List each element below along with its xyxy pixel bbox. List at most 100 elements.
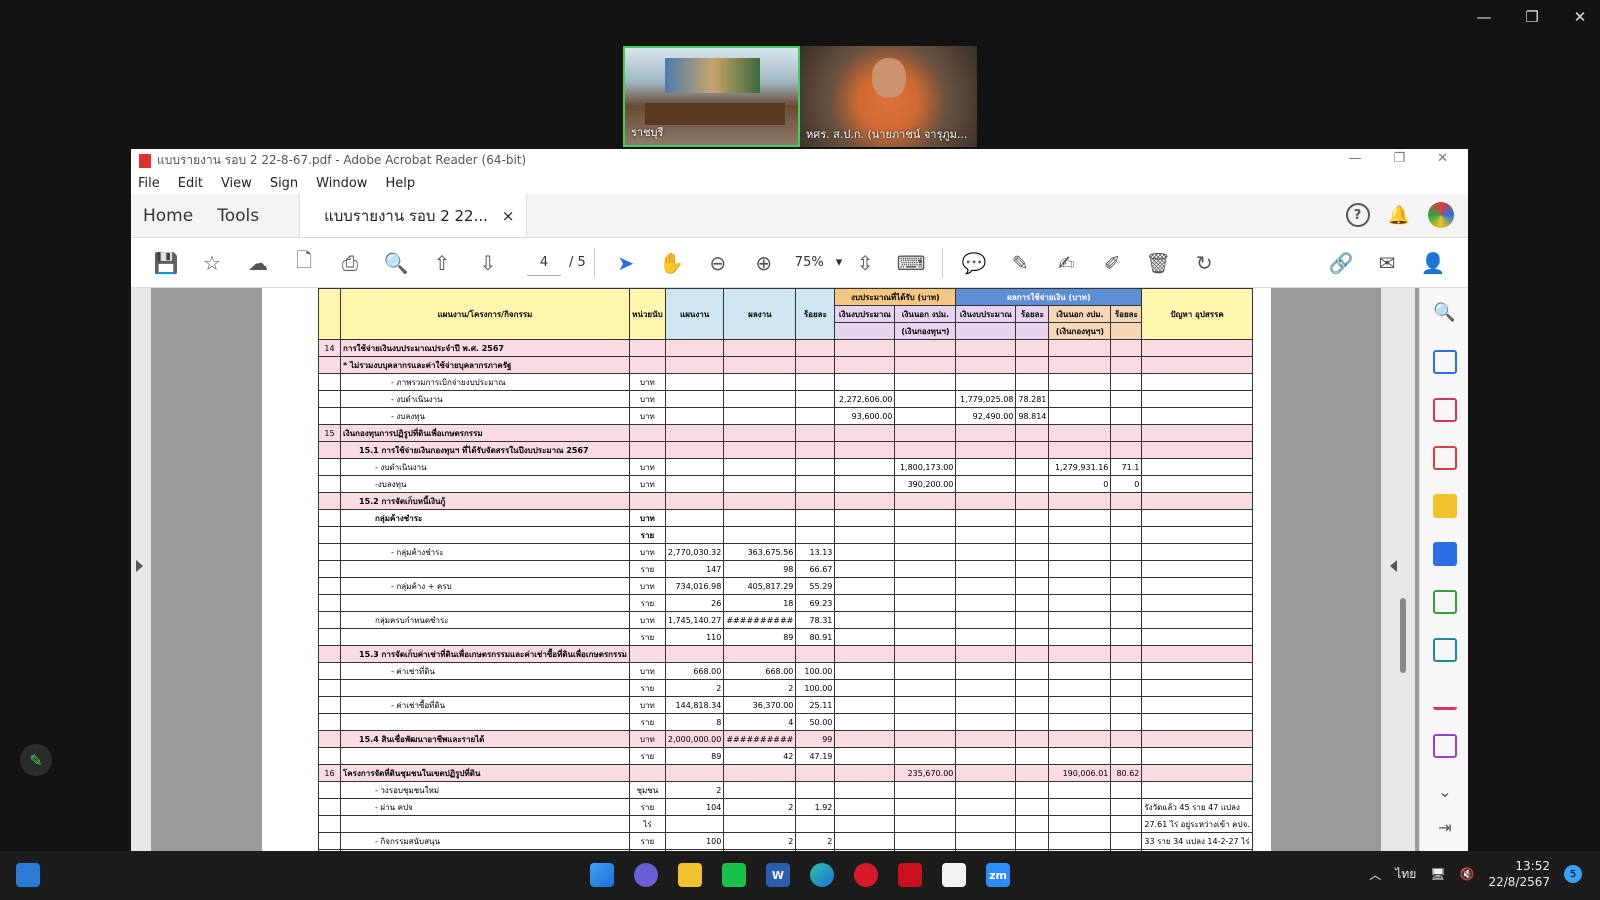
opera-icon[interactable] xyxy=(854,863,878,887)
table-cell-unit: ราย xyxy=(628,798,666,816)
zoom-select[interactable]: 75% ▾ xyxy=(795,255,842,270)
menu-file[interactable]: File xyxy=(138,176,160,191)
restore-icon[interactable]: ❐ xyxy=(1393,151,1405,166)
table-cell-no xyxy=(318,696,341,714)
zoom-search-icon[interactable]: 🔍 xyxy=(373,243,419,283)
create-pdf-icon[interactable] xyxy=(1433,446,1457,470)
print-icon[interactable]: ⎙ xyxy=(327,243,373,283)
network-icon[interactable]: 🖥 xyxy=(1430,867,1445,881)
fit-page-icon[interactable]: ⇳ xyxy=(842,243,888,283)
close-tab-icon[interactable]: × xyxy=(502,207,515,225)
table-cell-spent-out xyxy=(1048,713,1112,731)
rotate-icon[interactable]: ↻ xyxy=(1181,243,1227,283)
table-cell-pct2 xyxy=(1015,764,1050,782)
highlight-pen-icon[interactable]: ✎ xyxy=(997,243,1043,283)
zoom-app-icon[interactable]: zm xyxy=(986,863,1010,887)
vertical-scrollbar[interactable] xyxy=(1381,288,1415,851)
word-icon[interactable]: W xyxy=(766,863,790,887)
bell-icon[interactable]: 🔔 xyxy=(1388,205,1410,226)
line-app-icon[interactable] xyxy=(722,863,746,887)
zoom-magnifier-icon[interactable]: 🔍 xyxy=(1433,302,1457,326)
avatar[interactable] xyxy=(1428,202,1454,228)
compress-icon[interactable] xyxy=(1433,590,1457,614)
zoom-in-icon[interactable]: ⊕ xyxy=(741,243,787,283)
tab-document[interactable]: แบบรายงาน รอบ 2 22... × xyxy=(299,194,528,237)
chevron-down-icon[interactable]: ⌄ xyxy=(1433,782,1457,806)
tab-tools[interactable]: Tools xyxy=(205,194,271,237)
table-cell-problem xyxy=(1141,662,1253,680)
video-tile[interactable]: ราชบุรี xyxy=(623,46,800,147)
star-icon[interactable]: ☆ xyxy=(189,243,235,283)
file-lock-icon[interactable]: 🗋 xyxy=(281,243,327,283)
trash-icon[interactable]: 🗑 xyxy=(1135,243,1181,283)
notepad-icon[interactable] xyxy=(942,863,966,887)
mail-icon[interactable]: ✉ xyxy=(1364,243,1410,283)
edit-sign-icon[interactable]: ✐ xyxy=(1089,243,1135,283)
help-icon[interactable]: ? xyxy=(1345,203,1370,227)
scroll-mode-icon[interactable]: ⌨ xyxy=(888,243,934,283)
speaker-muted-icon[interactable]: 🔇 xyxy=(1460,867,1475,881)
teams-chat-icon[interactable] xyxy=(634,863,658,887)
minimize-icon[interactable]: — xyxy=(1348,151,1361,166)
table-cell-pct2 xyxy=(1015,526,1050,544)
notification-badge[interactable]: 5 xyxy=(1564,865,1582,883)
menu-view[interactable]: View xyxy=(221,176,252,191)
document-view[interactable]: แผนงาน/โครงการ/กิจกรรม หน่วยนับ แผนงาน ผ… xyxy=(131,288,1468,851)
acrobat-icon[interactable] xyxy=(898,863,922,887)
table-cell-no xyxy=(318,747,341,765)
chevron-up-icon[interactable]: ︿ xyxy=(1369,866,1381,883)
close-icon[interactable]: ✕ xyxy=(1437,151,1448,166)
tab-home[interactable]: Home xyxy=(131,194,205,237)
table-cell-out-budget xyxy=(894,747,957,765)
widgets-icon[interactable] xyxy=(16,863,40,887)
table-cell-result xyxy=(723,526,797,544)
video-tile[interactable]: หศร. ส.ป.ก. (นายภาชน์ จารุภูม... xyxy=(800,46,977,147)
table-cell-label: -งบลงทุน xyxy=(340,475,630,493)
table-cell-in-budget xyxy=(834,543,896,561)
add-user-icon[interactable]: 👤 xyxy=(1410,243,1456,283)
page-number-input[interactable]: 4 xyxy=(527,250,561,276)
table-cell-no xyxy=(318,373,341,391)
protect-icon[interactable] xyxy=(1433,638,1457,662)
menu-window[interactable]: Window xyxy=(316,176,367,191)
comment-icon[interactable]: 💬 xyxy=(951,243,997,283)
fill-sign-icon[interactable] xyxy=(1433,686,1457,710)
zoom-out-icon[interactable]: ⊖ xyxy=(695,243,741,283)
collapse-panel-icon[interactable]: ⇥ xyxy=(1433,818,1457,842)
header-target: แผนงาน xyxy=(664,288,725,340)
menu-help[interactable]: Help xyxy=(385,176,415,191)
save-icon[interactable]: 💾 xyxy=(143,243,189,283)
file-explorer-icon[interactable] xyxy=(678,863,702,887)
edge-icon[interactable] xyxy=(810,863,834,887)
comment-panel-icon[interactable] xyxy=(1433,494,1457,518)
select-cursor-icon[interactable]: ➤ xyxy=(603,243,649,283)
page-down-icon[interactable]: ⇩ xyxy=(465,243,511,283)
start-windows-icon[interactable] xyxy=(590,863,614,887)
clock-time: 13:52 xyxy=(1515,859,1550,873)
menu-edit[interactable]: Edit xyxy=(178,176,203,191)
clock[interactable]: 13:52 22/8/2567 xyxy=(1488,858,1550,890)
hand-icon[interactable]: ✋ xyxy=(649,243,695,283)
share-link-icon[interactable]: 🔗 xyxy=(1318,243,1364,283)
combine-files-icon[interactable] xyxy=(1433,542,1457,566)
menu-sign[interactable]: Sign xyxy=(270,176,298,191)
draw-icon[interactable]: ✍ xyxy=(1043,243,1089,283)
minimize-icon[interactable]: — xyxy=(1474,8,1494,26)
export-pdf-icon[interactable] xyxy=(1433,350,1457,374)
more-tools-icon[interactable] xyxy=(1433,734,1457,758)
annotate-pen-icon[interactable]: ✎ xyxy=(20,744,52,776)
table-cell-in-budget xyxy=(834,662,896,680)
table-cell-target: 104 xyxy=(664,798,725,816)
table-cell-pct3 xyxy=(1110,696,1143,714)
left-panel-toggle[interactable] xyxy=(131,288,151,851)
scrollbar-thumb[interactable] xyxy=(1400,598,1406,673)
close-icon[interactable]: ✕ xyxy=(1570,8,1590,26)
language-indicator[interactable]: ไทย xyxy=(1395,865,1416,884)
upload-cloud-icon[interactable]: ☁ xyxy=(235,243,281,283)
table-cell-in-budget xyxy=(834,526,896,544)
organize-pages-icon[interactable] xyxy=(1433,398,1457,422)
page-up-icon[interactable]: ⇧ xyxy=(419,243,465,283)
table-cell-label: - ค่าเช่าซื้อที่ดิน xyxy=(340,696,630,714)
restore-icon[interactable]: ❐ xyxy=(1522,8,1542,26)
collapse-right-icon[interactable] xyxy=(1390,560,1397,572)
